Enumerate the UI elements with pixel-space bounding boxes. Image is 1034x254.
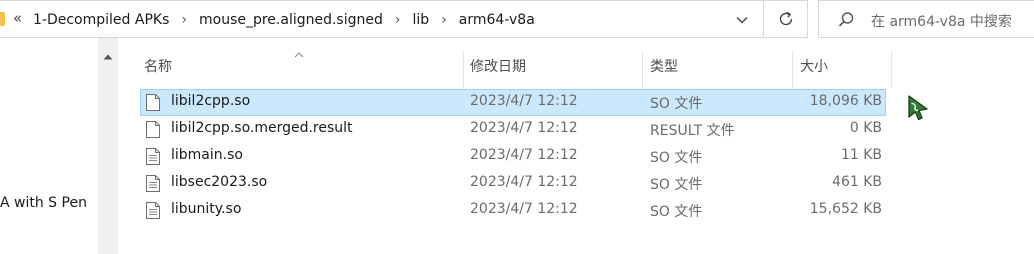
file-name: libil2cpp.so [171,93,251,109]
file-type: SO 文件 [650,96,703,112]
file-type: SO 文件 [650,204,703,220]
chevron-up-icon [294,52,304,58]
file-icon [146,94,160,115]
file-name: libsec2023.so [171,174,268,190]
file-icon [146,121,160,142]
breadcrumb-item-mouse-pre[interactable]: mouse_pre.aligned.signed [199,12,383,28]
file-row[interactable]: libmain.so 2023/4/7 12:12 SO 文件 11 KB [140,143,886,170]
navigation-pane: A with S Pen [0,38,98,254]
file-type: SO 文件 [650,150,703,166]
address-bar[interactable]: « 1-Decompiled APKs › mouse_pre.aligned.… [0,0,764,38]
search-box[interactable]: 在 arm64-v8a 中搜索 [818,0,1034,38]
search-icon [837,11,855,33]
file-row[interactable]: libil2cpp.so.merged.result 2023/4/7 12:1… [140,116,886,143]
file-date: 2023/4/7 12:12 [470,120,578,136]
column-header-name[interactable]: 名称 [144,55,172,77]
chevron-down-icon [736,17,748,24]
file-type: RESULT 文件 [650,123,735,139]
cursor-icon [906,94,930,126]
scroll-up-button[interactable] [102,50,114,66]
nav-scrollbar[interactable] [98,38,118,254]
file-name: libil2cpp.so.merged.result [171,120,353,136]
refresh-button[interactable] [764,0,808,38]
breadcrumb: 1-Decompiled APKs › mouse_pre.aligned.si… [33,1,535,39]
breadcrumb-item-arm64-v8a[interactable]: arm64-v8a [459,12,535,28]
breadcrumb-item-lib[interactable]: lib [413,12,430,28]
file-row[interactable]: libsec2023.so 2023/4/7 12:12 SO 文件 461 K… [140,170,886,197]
file-size: 18,096 KB [809,93,882,109]
column-header-date[interactable]: 修改日期 [470,55,526,77]
column-divider[interactable] [463,50,464,88]
file-name: libmain.so [171,147,243,163]
breadcrumb-separator[interactable]: › [181,12,187,28]
file-date: 2023/4/7 12:12 [470,93,578,109]
search-input[interactable]: 在 arm64-v8a 中搜索 [871,11,1012,31]
file-icon [146,202,160,223]
file-name: libunity.so [171,201,242,217]
breadcrumb-separator[interactable]: › [395,12,401,28]
file-size: 11 KB [840,147,882,163]
nav-item-partial[interactable]: A with S Pen [0,195,87,211]
column-divider[interactable] [642,50,643,88]
file-date: 2023/4/7 12:12 [470,201,578,217]
chevron-up-icon [103,54,113,60]
column-header-type[interactable]: 类型 [650,55,678,77]
column-header-size[interactable]: 大小 [800,55,828,77]
breadcrumb-separator[interactable]: › [441,12,447,28]
breadcrumb-overflow-button[interactable]: « [13,9,22,27]
breadcrumb-item-decompiled-apks[interactable]: 1-Decompiled APKs [33,12,169,28]
file-icon [146,148,160,169]
file-date: 2023/4/7 12:12 [470,147,578,163]
column-divider[interactable] [891,50,892,88]
file-size: 15,652 KB [809,201,882,217]
file-row[interactable]: libil2cpp.so 2023/4/7 12:12 SO 文件 18,096… [140,89,886,116]
file-type: SO 文件 [650,177,703,193]
file-size: 0 KB [849,120,882,136]
file-date: 2023/4/7 12:12 [470,174,578,190]
file-row[interactable]: libunity.so 2023/4/7 12:12 SO 文件 15,652 … [140,197,886,224]
refresh-icon [779,11,792,26]
file-size: 461 KB [832,174,882,190]
file-list: 名称 修改日期 类型 大小 libil2cpp.so 2023/4/7 12:1… [118,38,1034,254]
column-divider[interactable] [792,50,793,88]
folder-icon [0,12,5,26]
file-icon [146,175,160,196]
address-history-dropdown[interactable] [732,10,752,30]
sort-indicator [294,46,304,62]
